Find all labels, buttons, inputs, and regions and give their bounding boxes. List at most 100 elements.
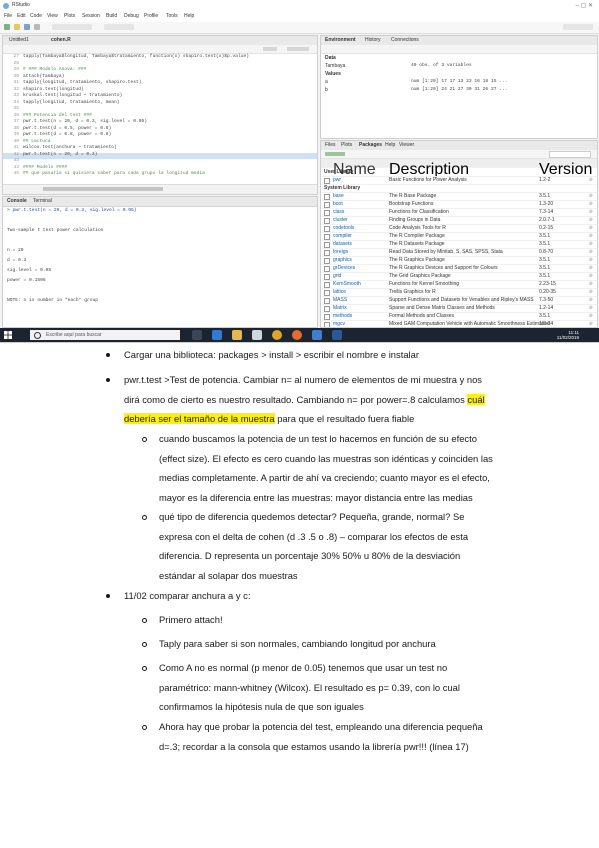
tab-cohen-r[interactable]: cohen.R: [51, 38, 71, 43]
package-name[interactable]: lattice: [333, 290, 346, 295]
taskbar-search-input[interactable]: Escribe aquí para buscar: [30, 330, 180, 340]
tab-files[interactable]: Files: [325, 143, 336, 148]
remove-package-icon[interactable]: ⊗: [589, 217, 593, 223]
package-name[interactable]: base: [333, 194, 344, 199]
package-description: Trellis Graphics for R: [389, 289, 436, 295]
save-icon[interactable]: [24, 24, 30, 30]
windows-start-icon[interactable]: [4, 331, 12, 339]
rstudio-taskbar-icon[interactable]: [312, 330, 322, 340]
word-icon[interactable]: [332, 330, 342, 340]
package-name[interactable]: mgcv: [333, 322, 345, 327]
taskbar-clock[interactable]: 11:11 11/02/2019: [557, 330, 579, 340]
package-name[interactable]: boot: [333, 202, 343, 207]
remove-package-icon[interactable]: ⊗: [589, 233, 593, 239]
package-name[interactable]: grid: [333, 274, 341, 279]
menu-edit[interactable]: Edit: [17, 14, 26, 19]
remove-package-icon[interactable]: ⊗: [589, 249, 593, 255]
remove-package-icon[interactable]: ⊗: [589, 209, 593, 215]
remove-package-icon[interactable]: ⊗: [589, 193, 593, 199]
package-name[interactable]: datasets: [333, 242, 352, 247]
remove-package-icon[interactable]: ⊗: [589, 177, 593, 183]
remove-package-icon[interactable]: ⊗: [589, 281, 593, 287]
addins-button[interactable]: [104, 24, 134, 30]
remove-package-icon[interactable]: ⊗: [589, 297, 593, 303]
open-file-icon[interactable]: [14, 24, 20, 30]
tab-environment[interactable]: Environment: [325, 38, 356, 43]
menu-view[interactable]: View: [47, 14, 58, 19]
package-search-input[interactable]: [549, 151, 591, 158]
store-icon[interactable]: [252, 330, 262, 340]
tab-history[interactable]: History: [365, 38, 381, 43]
remove-package-icon[interactable]: ⊗: [589, 265, 593, 271]
package-name[interactable]: grDevices: [333, 266, 355, 271]
project-button[interactable]: [563, 24, 593, 30]
remove-package-icon[interactable]: ⊗: [589, 321, 593, 327]
window-controls[interactable]: – ▢ ✕: [576, 2, 593, 9]
new-file-icon[interactable]: [4, 24, 10, 30]
menu-help[interactable]: Help: [184, 14, 194, 19]
print-icon[interactable]: [34, 24, 40, 30]
windows-taskbar: Escribe aquí para buscar 11:11 11/02/201…: [0, 328, 599, 342]
code-line[interactable]: 42 pwr.t.test(n = 20, d = 0.3): [3, 152, 317, 159]
remove-package-icon[interactable]: ⊗: [589, 257, 593, 263]
menu-session[interactable]: Session: [82, 14, 100, 19]
package-name[interactable]: pwr: [333, 178, 341, 183]
package-version: 3.5.1: [539, 313, 551, 319]
package-description: Basic Functions for Power Analysis: [389, 177, 467, 183]
package-name[interactable]: foreign: [333, 250, 348, 255]
file-explorer-icon[interactable]: [232, 330, 242, 340]
package-name[interactable]: graphics: [333, 258, 352, 263]
window-titlebar: RStudio – ▢ ✕: [0, 0, 599, 11]
code-line[interactable]: 27 tapply(Tambaya$longitud, Tambaya$trata…: [3, 54, 317, 61]
package-name[interactable]: codetools: [333, 226, 354, 231]
tab-terminal[interactable]: Terminal: [33, 199, 52, 204]
code-line[interactable]: 45 ## que pasaria si quisiera saber para …: [3, 171, 317, 178]
tab-packages[interactable]: Packages: [359, 143, 382, 148]
tab-console[interactable]: Console: [7, 199, 27, 204]
tab-untitled1[interactable]: Untitled1: [9, 38, 29, 43]
remove-package-icon[interactable]: ⊗: [589, 313, 593, 319]
tab-help[interactable]: Help: [385, 143, 395, 148]
package-name[interactable]: class: [333, 210, 344, 215]
code-line[interactable]: 34 tapply(longitud, tratamiento, mean): [3, 100, 317, 107]
menu-file[interactable]: File: [4, 14, 12, 19]
menu-code[interactable]: Code: [30, 14, 42, 19]
run-button[interactable]: [263, 47, 277, 51]
goto-file-input[interactable]: [52, 24, 92, 30]
tab-connections[interactable]: Connections: [391, 38, 419, 43]
line-number: 37: [13, 119, 19, 124]
remove-package-icon[interactable]: ⊗: [589, 305, 593, 311]
code-text: #### Modelo ####: [23, 164, 68, 170]
horizontal-scrollbar[interactable]: [43, 187, 163, 191]
tab-plots[interactable]: Plots: [341, 143, 352, 148]
bullet-icon: [106, 353, 110, 357]
package-name[interactable]: MASS: [333, 298, 347, 303]
package-name[interactable]: KernSmooth: [333, 282, 361, 287]
menu-plots[interactable]: Plots: [64, 14, 75, 19]
package-name[interactable]: cluster: [333, 218, 348, 223]
install-button[interactable]: [325, 152, 345, 156]
menu-build[interactable]: Build: [106, 14, 117, 19]
chrome-icon[interactable]: [272, 330, 282, 340]
source-button[interactable]: [287, 47, 309, 51]
menu-debug[interactable]: Debug: [124, 14, 139, 19]
remove-package-icon[interactable]: ⊗: [589, 201, 593, 207]
remove-package-icon[interactable]: ⊗: [589, 241, 593, 247]
firefox-icon[interactable]: [292, 330, 302, 340]
tab-viewer[interactable]: Viewer: [399, 143, 414, 148]
remove-package-icon[interactable]: ⊗: [589, 225, 593, 231]
env-value: 40 obs. of 3 variables: [411, 63, 472, 68]
edge-icon[interactable]: [212, 330, 222, 340]
package-name[interactable]: compiler: [333, 234, 352, 239]
code-editor[interactable]: 27 tapply(Tambaya$longitud, Tambaya$trata…: [3, 54, 317, 184]
package-name[interactable]: methods: [333, 314, 352, 319]
remove-package-icon[interactable]: ⊗: [589, 289, 593, 295]
remove-package-icon[interactable]: ⊗: [589, 273, 593, 279]
task-view-icon[interactable]: [192, 330, 202, 340]
package-checkbox[interactable]: [324, 322, 330, 327]
menu-profile[interactable]: Profile: [144, 14, 158, 19]
menu-tools[interactable]: Tools: [166, 14, 178, 19]
package-name[interactable]: Matrix: [333, 306, 347, 311]
package-row[interactable]: mgcv Mixed GAM Computation Vehicle with A…: [321, 320, 597, 327]
console-output[interactable]: > pwr.t.test(n = 20, d = 0.3, sig.level …: [3, 208, 317, 327]
